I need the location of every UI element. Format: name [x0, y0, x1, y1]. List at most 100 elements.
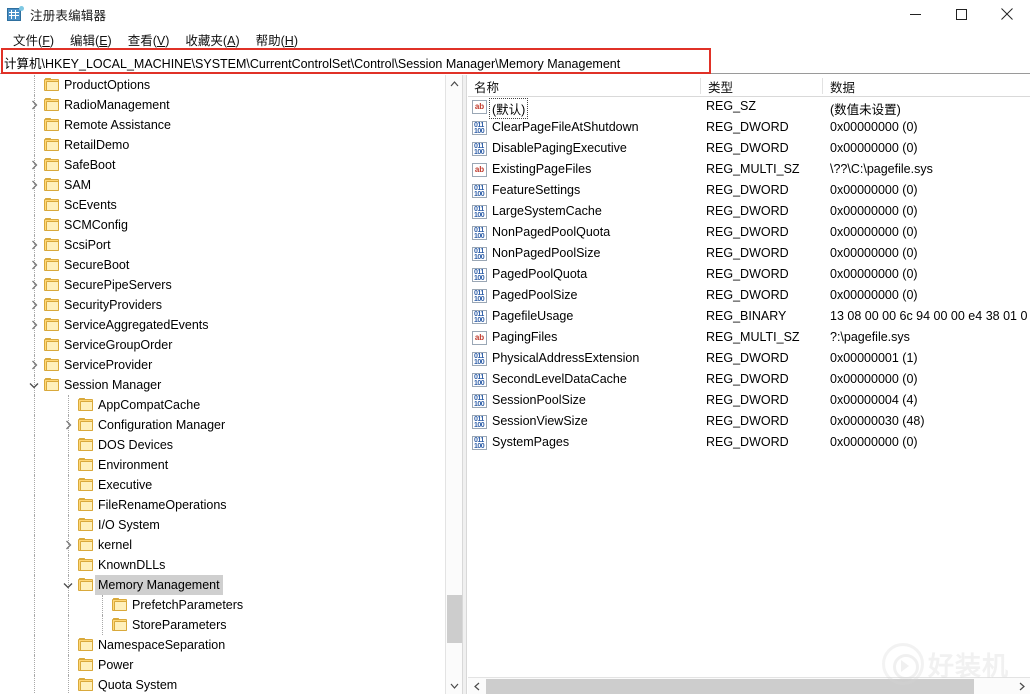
- tree-item-i-o-system[interactable]: I/O System: [0, 515, 444, 535]
- tree-item-retaildemo[interactable]: RetailDemo: [0, 135, 444, 155]
- tree-item-servicegrouporder[interactable]: ServiceGroupOrder: [0, 335, 444, 355]
- column-header-name[interactable]: 名称: [474, 77, 499, 96]
- tree-item-environment[interactable]: Environment: [0, 455, 444, 475]
- tree-expander-collapsed-icon[interactable]: [26, 155, 42, 175]
- tree-item-sam[interactable]: SAM: [0, 175, 444, 195]
- tree-expander-collapsed-icon[interactable]: [26, 95, 42, 115]
- registry-tree[interactable]: ProductOptions RadioManagement Remote Assi…: [0, 75, 444, 694]
- column-header-type[interactable]: 类型: [708, 77, 733, 96]
- tree-item-kernel[interactable]: kernel: [0, 535, 444, 555]
- tree-item-dos-devices[interactable]: DOS Devices: [0, 435, 444, 455]
- value-data: 13 08 00 00 6c 94 00 00 e4 38 01 0: [830, 309, 1028, 323]
- tree-item-securityproviders[interactable]: SecurityProviders: [0, 295, 444, 315]
- menu-edit[interactable]: 编辑(E): [62, 28, 120, 51]
- value-row[interactable]: 011 100 SystemPages REG_DWORD 0x00000000 (0): [468, 433, 1030, 454]
- value-row[interactable]: ab (默认) REG_SZ (数值未设置): [468, 97, 1030, 119]
- address-bar[interactable]: 计算机\HKEY_LOCAL_MACHINE\SYSTEM\CurrentCon…: [0, 50, 1030, 74]
- hscroll-thumb[interactable]: [486, 679, 974, 694]
- tree-expander-collapsed-icon[interactable]: [26, 275, 42, 295]
- menu-favorites[interactable]: 收藏夹(A): [177, 28, 247, 51]
- tree-item-remote-assistance[interactable]: Remote Assistance: [0, 115, 444, 135]
- tree-item-appcompatcache[interactable]: AppCompatCache: [0, 395, 444, 415]
- value-row[interactable]: 011 100 DisablePagingExecutive REG_DWORD 0x0…: [468, 139, 1030, 160]
- tree-item-filerenameoperations[interactable]: FileRenameOperations: [0, 495, 444, 515]
- tree-item-configuration-manager[interactable]: Configuration Manager: [0, 415, 444, 435]
- tree-scroll-thumb[interactable]: [447, 595, 462, 643]
- tree-item-session-manager[interactable]: Session Manager: [0, 375, 444, 395]
- value-row[interactable]: 011 100 LargeSystemCache REG_DWORD 0x0000000…: [468, 202, 1030, 223]
- tree-item-knowndlls[interactable]: KnownDLLs: [0, 555, 444, 575]
- value-row[interactable]: 011 100 FeatureSettings REG_DWORD 0x00000000…: [468, 181, 1030, 202]
- value-row[interactable]: 011 100 SessionViewSize REG_DWORD 0x00000030…: [468, 412, 1030, 433]
- tree-expander-collapsed-icon[interactable]: [26, 255, 42, 275]
- tree-item-scsiport[interactable]: ScsiPort: [0, 235, 444, 255]
- tree-item-scmconfig[interactable]: SCMConfig: [0, 215, 444, 235]
- tree-expander-collapsed-icon[interactable]: [60, 415, 76, 435]
- value-row[interactable]: 011 100 PagedPoolQuota REG_DWORD 0x00000000 …: [468, 265, 1030, 286]
- menu-view[interactable]: 查看(V): [120, 28, 178, 51]
- value-row[interactable]: 011 100 SecondLevelDataCache REG_DWORD 0x000…: [468, 370, 1030, 391]
- value-row[interactable]: ab PagingFiles REG_MULTI_SZ ?:\pagefile.sys: [468, 328, 1030, 349]
- tree-item-storeparameters[interactable]: StoreParameters: [0, 615, 444, 635]
- value-row[interactable]: 011 100 NonPagedPoolSize REG_DWORD 0x0000000…: [468, 244, 1030, 265]
- column-header-data[interactable]: 数据: [830, 77, 855, 96]
- tree-item-namespaceseparation[interactable]: NamespaceSeparation: [0, 635, 444, 655]
- tree-item-quota-system[interactable]: Quota System: [0, 675, 444, 694]
- hscroll-right-icon[interactable]: [1013, 678, 1030, 694]
- tree-item-radiomanagement[interactable]: RadioManagement: [0, 95, 444, 115]
- column-divider-1[interactable]: [700, 78, 701, 94]
- hscroll-left-icon[interactable]: [468, 678, 485, 694]
- tree-scroll-down-icon[interactable]: [446, 677, 462, 694]
- tree-expander-none: [60, 675, 76, 694]
- menu-help[interactable]: 帮助(H): [248, 28, 306, 51]
- value-name: LargeSystemCache: [492, 204, 602, 218]
- value-row[interactable]: 011 100 PagefileUsage REG_BINARY 13 08 00 00…: [468, 307, 1030, 328]
- menu-file[interactable]: 文件(F): [5, 28, 62, 51]
- tree-item-serviceprovider[interactable]: ServiceProvider: [0, 355, 444, 375]
- close-button[interactable]: [984, 0, 1030, 28]
- tree-expander-collapsed-icon[interactable]: [26, 235, 42, 255]
- value-type: REG_DWORD: [706, 183, 789, 197]
- tree-expander-none: [26, 75, 42, 95]
- tree-item-label: RetailDemo: [64, 138, 130, 152]
- column-divider-2[interactable]: [822, 78, 823, 94]
- tree-expander-expanded-icon[interactable]: [60, 575, 76, 595]
- maximize-button[interactable]: [938, 0, 984, 28]
- value-row[interactable]: ab ExistingPageFiles REG_MULTI_SZ \??\C:\pa…: [468, 160, 1030, 181]
- tree-vertical-scrollbar[interactable]: [445, 75, 462, 694]
- tree-expander-expanded-icon[interactable]: [26, 375, 42, 395]
- tree-item-prefetchparameters[interactable]: PrefetchParameters: [0, 595, 444, 615]
- tree-scroll-up-icon[interactable]: [446, 75, 462, 92]
- tree-expander-collapsed-icon[interactable]: [26, 355, 42, 375]
- tree-guide-line: [34, 615, 35, 635]
- values-horizontal-scrollbar[interactable]: [468, 677, 1030, 694]
- tree-item-securepipeservers[interactable]: SecurePipeServers: [0, 275, 444, 295]
- tree-item-label: Configuration Manager: [98, 418, 226, 432]
- tree-item-executive[interactable]: Executive: [0, 475, 444, 495]
- panel-splitter[interactable]: [462, 75, 467, 694]
- value-row[interactable]: 011 100 SessionPoolSize REG_DWORD 0x00000004…: [468, 391, 1030, 412]
- tree-expander-collapsed-icon[interactable]: [26, 175, 42, 195]
- tree-expander-collapsed-icon[interactable]: [26, 315, 42, 335]
- tree-item-memory-management[interactable]: Memory Management: [0, 575, 444, 595]
- tree-item-power[interactable]: Power: [0, 655, 444, 675]
- value-row[interactable]: 011 100 PhysicalAddressExtension REG_DWORD 0…: [468, 349, 1030, 370]
- tree-expander-none: [60, 475, 76, 495]
- folder-icon: [78, 678, 94, 692]
- tree-guide-line: [34, 395, 35, 415]
- tree-item-serviceaggregatedevents[interactable]: ServiceAggregatedEvents: [0, 315, 444, 335]
- tree-item-safeboot[interactable]: SafeBoot: [0, 155, 444, 175]
- minimize-button[interactable]: [892, 0, 938, 28]
- dword-value-icon: 011 100: [472, 268, 487, 282]
- tree-expander-collapsed-icon[interactable]: [60, 535, 76, 555]
- tree-item-scevents[interactable]: ScEvents: [0, 195, 444, 215]
- tree-expander-collapsed-icon[interactable]: [26, 295, 42, 315]
- value-name: PagedPoolQuota: [492, 267, 588, 281]
- tree-item-secureboot[interactable]: SecureBoot: [0, 255, 444, 275]
- value-row[interactable]: 011 100 ClearPageFileAtShutdown REG_DWORD 0x…: [468, 118, 1030, 139]
- values-list[interactable]: ab (默认) REG_SZ (数值未设置) 011 100 ClearPageFileAt…: [468, 97, 1030, 454]
- value-row[interactable]: 011 100 NonPagedPoolQuota REG_DWORD 0x000000…: [468, 223, 1030, 244]
- dword-value-icon: 011 100: [472, 289, 487, 303]
- value-row[interactable]: 011 100 PagedPoolSize REG_DWORD 0x00000000 (…: [468, 286, 1030, 307]
- tree-item-productoptions[interactable]: ProductOptions: [0, 75, 444, 95]
